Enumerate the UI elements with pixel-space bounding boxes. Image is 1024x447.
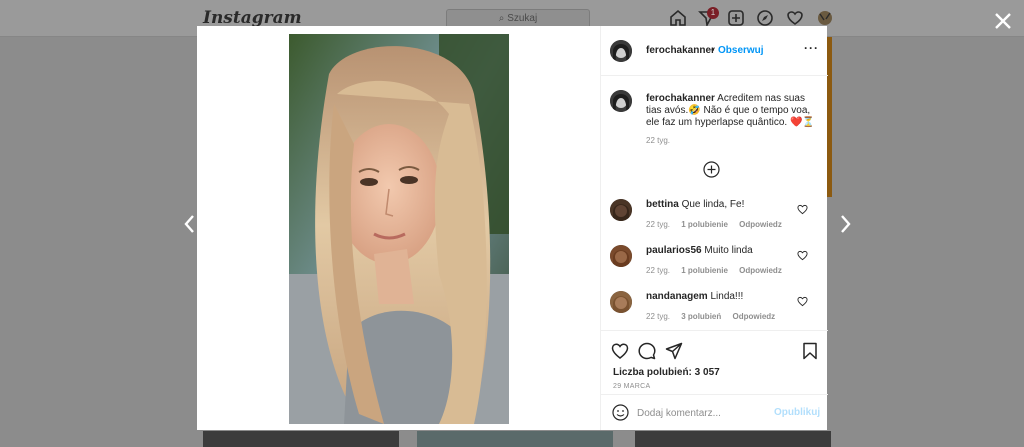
- comment-meta: 22 tyg. 1 polubienie Odpowiedz: [646, 266, 791, 275]
- profile-avatar-icon[interactable]: [815, 8, 835, 28]
- reply-button[interactable]: Odpowiedz: [739, 266, 782, 275]
- comment-username[interactable]: nandanagem: [646, 291, 708, 302]
- post-caption: ferochakanner Acreditem nas suas tias av…: [646, 93, 816, 129]
- post-date[interactable]: 29 MARCA: [613, 383, 650, 390]
- add-comment-bar: Opublikuj: [601, 394, 828, 430]
- instagram-logo[interactable]: Instagram: [203, 8, 302, 28]
- author-username[interactable]: ferochakanner: [646, 45, 715, 56]
- emoji-icon[interactable]: [612, 404, 629, 421]
- comment-meta: 22 tyg. 3 polubień Odpowiedz: [646, 312, 784, 321]
- bookmark-icon[interactable]: [801, 342, 819, 360]
- post-modal: ferochakanner • Obserwuj ··· ferochakann…: [197, 26, 828, 430]
- activity-heart-icon[interactable]: [785, 8, 805, 28]
- comment-like-count[interactable]: 3 polubień: [681, 312, 721, 321]
- photo-pane: [197, 26, 600, 430]
- caption-timestamp[interactable]: 22 tyg.: [646, 136, 670, 145]
- comment-like-count[interactable]: 1 polubienie: [681, 220, 728, 229]
- follow-button[interactable]: Obserwuj: [718, 45, 764, 56]
- heart-icon[interactable]: [797, 250, 808, 261]
- like-count[interactable]: Liczba polubień: 3 057: [613, 367, 720, 378]
- comment-item: bettina Que linda, Fe! 22 tyg. 1 polubie…: [601, 199, 828, 244]
- home-icon[interactable]: [668, 8, 688, 28]
- comment-like-count[interactable]: 1 polubienie: [681, 266, 728, 275]
- comment-time[interactable]: 22 tyg.: [646, 312, 670, 321]
- avatar[interactable]: [610, 40, 632, 62]
- avatar[interactable]: [610, 199, 632, 221]
- avatar[interactable]: [610, 90, 632, 112]
- comment-username[interactable]: paularios56: [646, 245, 702, 256]
- comment-text: Que linda, Fe!: [681, 199, 745, 210]
- background-thumbnail[interactable]: [417, 431, 613, 447]
- comment-text: Muito linda: [704, 245, 753, 256]
- publish-button[interactable]: Opublikuj: [774, 407, 820, 418]
- comment-item: paularios56 Muito linda 22 tyg. 1 polubi…: [601, 245, 828, 290]
- more-options-icon[interactable]: ···: [804, 41, 819, 55]
- comment-meta: 22 tyg. 1 polubienie Odpowiedz: [646, 220, 791, 229]
- comment-content: nandanagem Linda!!!: [646, 291, 743, 302]
- post-sidebar: ferochakanner • Obserwuj ··· ferochakann…: [600, 26, 828, 430]
- post-actions: Liczba polubień: 3 057 29 MARCA: [601, 330, 828, 394]
- comment-text: Linda!!!: [710, 291, 744, 302]
- comment-content: paularios56 Muito linda: [646, 245, 753, 256]
- plus-circle-icon[interactable]: [703, 161, 720, 178]
- separator-dot: •: [711, 45, 715, 56]
- notification-badge: 1: [707, 7, 719, 19]
- reply-button[interactable]: Odpowiedz: [739, 220, 782, 229]
- avatar[interactable]: [610, 245, 632, 267]
- reply-button[interactable]: Odpowiedz: [732, 312, 775, 321]
- new-post-icon[interactable]: [726, 8, 746, 28]
- heart-icon[interactable]: [611, 342, 629, 360]
- explore-icon[interactable]: [755, 8, 775, 28]
- share-icon[interactable]: [665, 342, 683, 360]
- comment-time[interactable]: 22 tyg.: [646, 220, 670, 229]
- comment-time[interactable]: 22 tyg.: [646, 266, 670, 275]
- heart-icon[interactable]: [797, 296, 808, 307]
- comment-content: bettina Que linda, Fe!: [646, 199, 744, 210]
- comment-icon[interactable]: [638, 342, 656, 360]
- comment-field[interactable]: [637, 405, 767, 421]
- search-placeholder: Szukaj: [507, 13, 538, 24]
- post-header: ferochakanner • Obserwuj ···: [601, 26, 828, 76]
- heart-icon[interactable]: [797, 204, 808, 215]
- chevron-right-icon[interactable]: [838, 212, 854, 236]
- caption-username[interactable]: ferochakanner: [646, 93, 715, 104]
- background-thumbnail[interactable]: [635, 431, 831, 447]
- post-photo[interactable]: [289, 34, 509, 424]
- avatar[interactable]: [610, 291, 632, 313]
- comment-username[interactable]: bettina: [646, 199, 679, 210]
- chevron-left-icon[interactable]: [181, 212, 197, 236]
- background-thumbnail[interactable]: [203, 431, 399, 447]
- close-icon[interactable]: [992, 10, 1014, 32]
